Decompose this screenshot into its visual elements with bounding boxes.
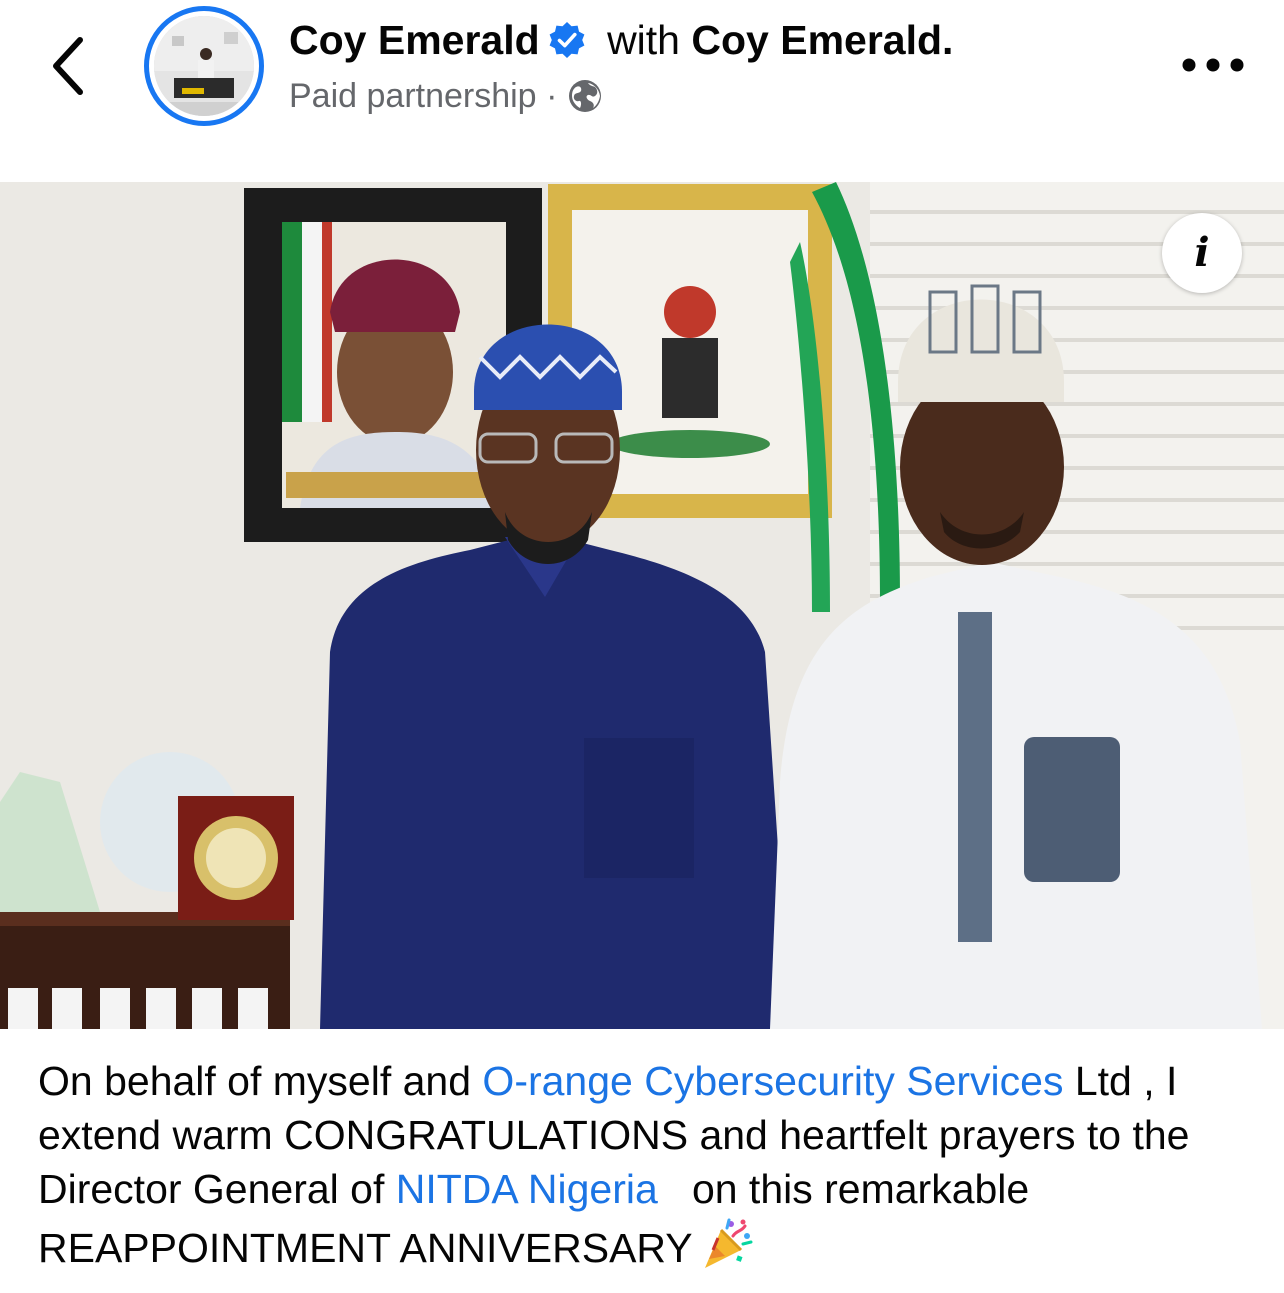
info-button[interactable]: i	[1162, 213, 1242, 293]
post-author-line: Coy Emerald with Coy Emerald.	[289, 16, 953, 64]
more-options-button[interactable]	[1180, 50, 1246, 80]
post-header: Coy Emerald with Coy Emerald. Paid partn…	[0, 0, 1284, 150]
back-button[interactable]	[40, 28, 100, 104]
globe-icon[interactable]	[567, 78, 603, 114]
mention-link-nitda[interactable]: NITDA Nigeria	[396, 1166, 658, 1212]
paid-partnership-label[interactable]: Paid partnership	[289, 77, 537, 115]
post-photo[interactable]	[0, 182, 1284, 1029]
caption-text-1: On behalf of myself and	[38, 1058, 483, 1104]
avatar-image	[154, 16, 254, 116]
mention-link-orange-cybersecurity[interactable]: O-range Cybersecurity Services	[482, 1058, 1063, 1104]
author-name[interactable]: Coy Emerald	[289, 17, 540, 63]
info-icon: i	[1194, 229, 1210, 276]
party-popper-icon	[699, 1216, 755, 1272]
chevron-left-icon	[53, 37, 83, 95]
tagged-name[interactable]: Coy Emerald.	[691, 17, 953, 63]
more-horizontal-icon	[1182, 58, 1244, 72]
photo-illustration	[0, 182, 1284, 1029]
author-avatar[interactable]	[144, 6, 264, 126]
post-meta-line: Paid partnership ·	[289, 76, 603, 116]
with-label: with	[607, 17, 680, 63]
meta-separator: ·	[546, 77, 558, 115]
verified-badge-icon	[548, 21, 586, 59]
post-caption: On behalf of myself and O-range Cybersec…	[38, 1054, 1258, 1275]
